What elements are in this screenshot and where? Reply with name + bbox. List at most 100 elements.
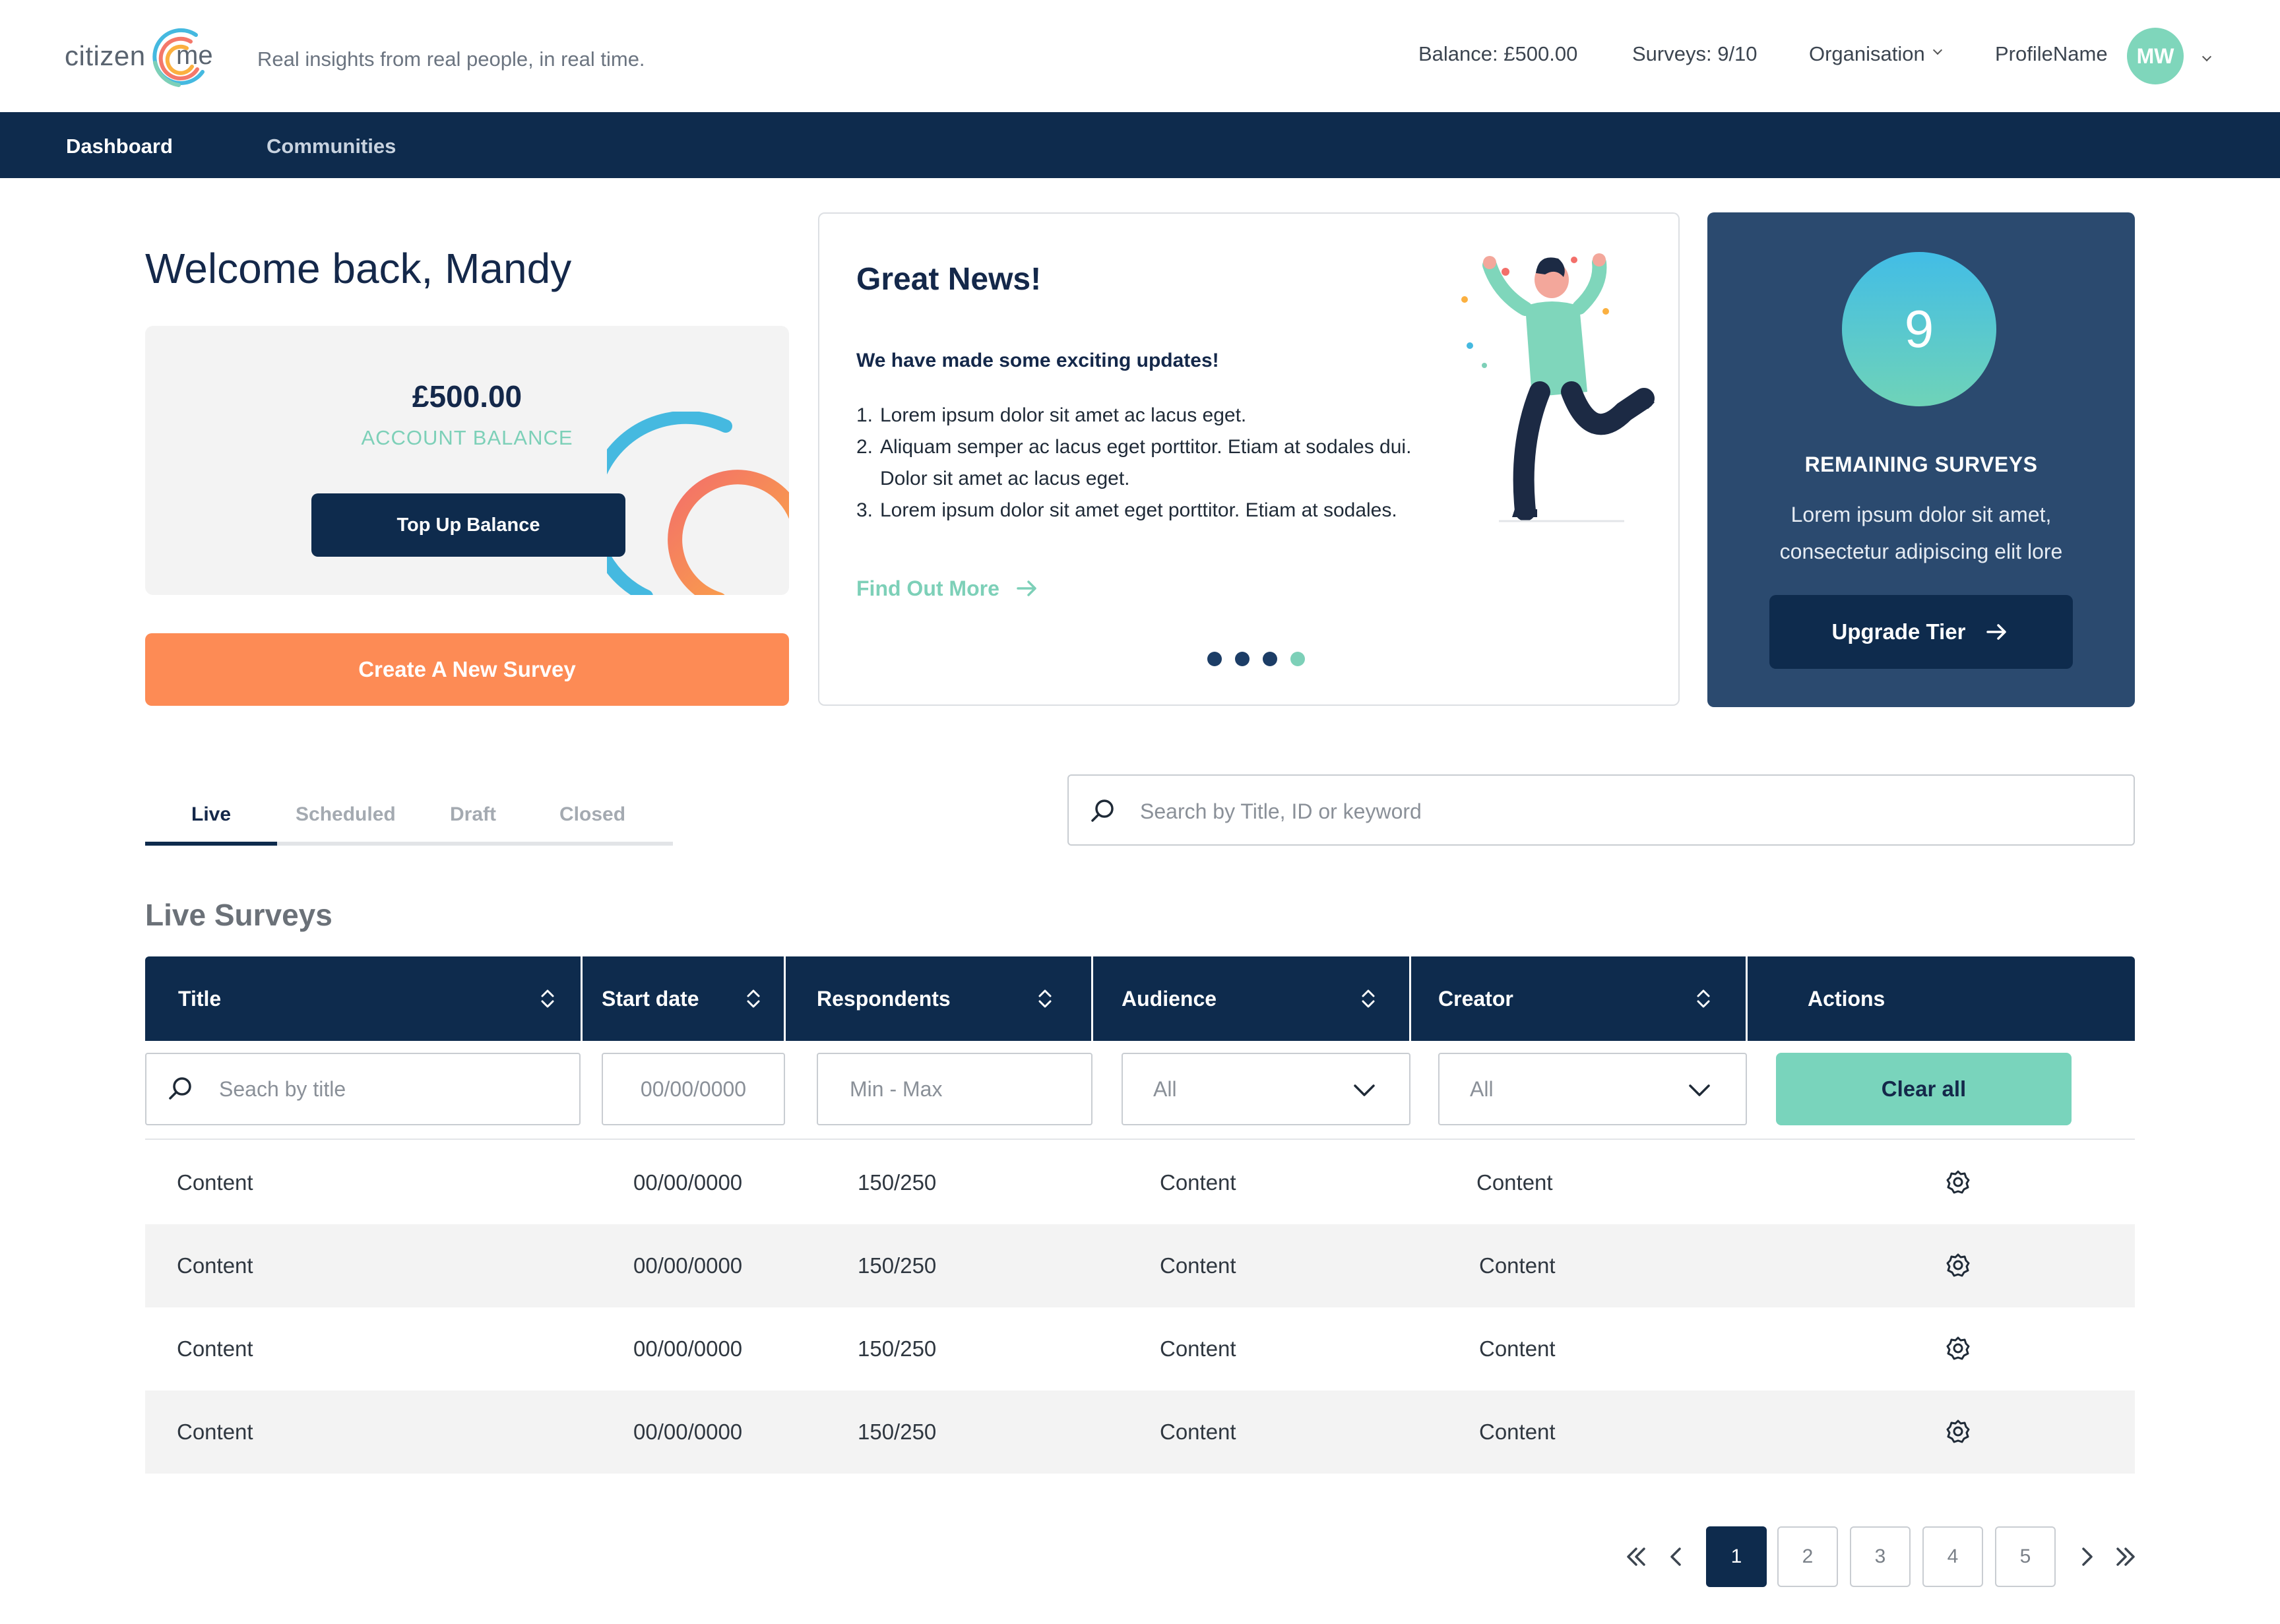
sort-icon[interactable] xyxy=(745,985,761,1012)
upgrade-tier-button[interactable]: Upgrade Tier xyxy=(1769,595,2073,669)
organisation-label: Organisation xyxy=(1809,42,1925,65)
settings-gear-icon[interactable] xyxy=(1945,1335,1971,1361)
table-row: Content 00/00/0000 150/250 Content Conte… xyxy=(145,1390,2135,1474)
sort-icon[interactable] xyxy=(540,985,555,1012)
column-header-creator[interactable]: Creator xyxy=(1438,956,1513,1041)
tab-draft[interactable]: Draft xyxy=(450,803,496,826)
sort-icon[interactable] xyxy=(1695,985,1711,1012)
search-placeholder: Search by Title, ID or keyword xyxy=(1140,799,1422,823)
previous-page-icon[interactable] xyxy=(1660,1541,1692,1573)
cell-audience: Content xyxy=(1160,1420,1236,1444)
tab-active-underline xyxy=(145,842,277,846)
cell-respondents: 150/250 xyxy=(858,1170,937,1195)
column-header-start-date[interactable]: Start date xyxy=(602,956,699,1041)
top-up-balance-button[interactable]: Top Up Balance xyxy=(311,493,625,557)
carousel-dot-active[interactable] xyxy=(1290,652,1305,666)
survey-search-input[interactable]: Search by Title, ID or keyword xyxy=(1067,774,2135,846)
creator-select-value: All xyxy=(1470,1077,1494,1101)
next-page-icon[interactable] xyxy=(2072,1541,2103,1573)
table-header: Title Start date Respondents Audience Cr… xyxy=(145,956,2135,1041)
arrow-right-icon xyxy=(1986,624,2007,640)
logo-c-icon: me xyxy=(152,28,213,87)
logo-text-me: me xyxy=(176,41,213,70)
respondents-filter-input[interactable]: Min - Max xyxy=(817,1053,1092,1125)
cell-start-date: 00/00/0000 xyxy=(633,1253,743,1278)
remaining-surveys-title: REMAINING SURVEYS xyxy=(1804,453,2038,476)
avatar[interactable]: MW xyxy=(2127,28,2184,84)
sort-icon[interactable] xyxy=(1360,985,1376,1012)
account-balance-label: ACCOUNT BALANCE xyxy=(361,426,573,449)
chevron-down-icon xyxy=(1932,45,1942,55)
page-button-2[interactable]: 2 xyxy=(1777,1526,1838,1587)
section-title: Live Surveys xyxy=(145,898,332,932)
cell-title[interactable]: Content xyxy=(177,1170,253,1195)
title-filter-input[interactable]: Seach by title xyxy=(145,1053,581,1125)
respondents-placeholder: Min - Max xyxy=(850,1077,943,1101)
carousel-dot[interactable] xyxy=(1207,652,1222,666)
find-out-more-label: Find Out More xyxy=(856,576,999,600)
creator-select[interactable]: All xyxy=(1438,1053,1747,1125)
citizenme-logo[interactable]: citizen me xyxy=(65,20,216,92)
news-subtitle: We have made some exciting updates! xyxy=(856,350,1219,371)
column-header-respondents[interactable]: Respondents xyxy=(817,956,951,1041)
cell-creator: Content xyxy=(1476,1170,1553,1195)
chevron-down-icon xyxy=(1689,1084,1710,1096)
arrow-right-icon xyxy=(1017,580,1036,596)
tagline: Real insights from real people, in real … xyxy=(257,47,645,71)
clear-all-button[interactable]: Clear all xyxy=(1776,1053,2072,1125)
celebrating-person-illustration xyxy=(1461,253,1655,522)
organisation-dropdown[interactable]: Organisation xyxy=(1809,42,1942,66)
settings-gear-icon[interactable] xyxy=(1945,1252,1971,1278)
remaining-surveys-description: Lorem ipsum dolor sit amet, consectetur … xyxy=(1779,503,2063,563)
column-divider xyxy=(1409,956,1411,1041)
chevron-down-icon xyxy=(1354,1084,1375,1096)
settings-gear-icon[interactable] xyxy=(1945,1418,1971,1445)
nav-item-communities[interactable]: Communities xyxy=(267,135,396,158)
sort-icon[interactable] xyxy=(1037,985,1053,1012)
column-divider xyxy=(581,956,583,1041)
survey-status-tabs: Live Scheduled Draft Closed xyxy=(145,785,673,846)
table-row: Content 00/00/0000 150/250 Content Conte… xyxy=(145,1307,2135,1390)
top-header: citizen me Real insights from real peopl… xyxy=(0,0,2280,112)
cell-respondents: 150/250 xyxy=(858,1336,937,1361)
cell-creator: Content xyxy=(1479,1420,1556,1444)
page-button-4[interactable]: 4 xyxy=(1922,1526,1983,1587)
cell-title[interactable]: Content xyxy=(177,1420,253,1445)
audience-select[interactable]: All xyxy=(1122,1053,1410,1125)
nav-item-dashboard[interactable]: Dashboard xyxy=(66,135,173,158)
start-date-placeholder: 00/00/0000 xyxy=(640,1077,747,1101)
column-header-title[interactable]: Title xyxy=(178,956,221,1041)
tab-closed[interactable]: Closed xyxy=(559,803,625,826)
remaining-surveys-count: 9 xyxy=(1842,252,1996,406)
cell-start-date: 00/00/0000 xyxy=(633,1170,743,1195)
title-filter-placeholder: Seach by title xyxy=(219,1077,346,1101)
news-title: Great News! xyxy=(856,262,1042,297)
find-out-more-link[interactable]: Find Out More xyxy=(856,575,1040,602)
welcome-heading: Welcome back, Mandy xyxy=(145,245,572,292)
upgrade-tier-label: Upgrade Tier xyxy=(1831,619,1966,644)
table-row: Content 00/00/0000 150/250 Content Conte… xyxy=(145,1224,2135,1307)
cell-title[interactable]: Content xyxy=(177,1253,253,1278)
tab-live[interactable]: Live xyxy=(191,803,231,826)
carousel-dot[interactable] xyxy=(1235,652,1250,666)
carousel-dot[interactable] xyxy=(1263,652,1277,666)
page-button-3[interactable]: 3 xyxy=(1850,1526,1911,1587)
start-date-filter-input[interactable]: 00/00/0000 xyxy=(602,1053,785,1125)
create-survey-button[interactable]: Create A New Survey xyxy=(145,633,789,706)
column-header-audience[interactable]: Audience xyxy=(1122,956,1217,1041)
table-row: Content 00/00/0000 150/250 Content Conte… xyxy=(145,1141,2135,1224)
column-header-actions: Actions xyxy=(1808,986,1885,1011)
cell-title[interactable]: Content xyxy=(177,1336,253,1361)
profile-chevron-down-icon[interactable] xyxy=(2201,51,2212,62)
search-icon xyxy=(1091,799,1114,822)
page-button-1[interactable]: 1 xyxy=(1706,1526,1767,1587)
settings-gear-icon[interactable] xyxy=(1945,1169,1971,1195)
last-page-icon[interactable] xyxy=(2110,1541,2141,1573)
first-page-icon[interactable] xyxy=(1620,1541,1652,1573)
carousel-dots xyxy=(1207,652,1305,666)
cell-audience: Content xyxy=(1160,1253,1236,1278)
page-button-5[interactable]: 5 xyxy=(1995,1526,2056,1587)
profile-name[interactable]: ProfileName xyxy=(1995,42,2108,66)
tab-scheduled[interactable]: Scheduled xyxy=(296,803,396,826)
news-list-item: 3. Lorem ipsum dolor sit amet eget portti… xyxy=(856,499,1397,521)
